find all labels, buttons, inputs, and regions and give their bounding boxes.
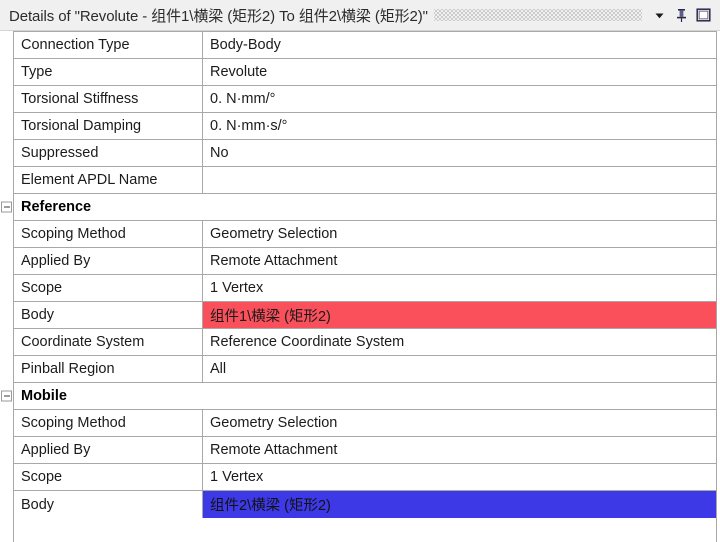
table-row[interactable]: Body 组件2\横梁 (矩形2) (14, 491, 716, 518)
property-label: Scope (14, 464, 203, 490)
property-value[interactable]: Revolute (203, 59, 716, 85)
property-value[interactable]: No (203, 140, 716, 166)
property-label: Torsional Damping (14, 113, 203, 139)
table-row[interactable]: Connection Type Body-Body (14, 32, 716, 59)
property-label: Scoping Method (14, 221, 203, 247)
table-row[interactable]: Body 组件1\横梁 (矩形2) (14, 302, 716, 329)
panel-titlebar: Details of "Revolute - 组件1\横梁 (矩形2) To 组… (0, 0, 720, 31)
property-value[interactable]: 1 Vertex (203, 464, 716, 490)
property-label: Element APDL Name (14, 167, 203, 193)
window-restore-icon[interactable] (692, 4, 714, 26)
property-label: Scope (14, 275, 203, 301)
details-panel: Details of "Revolute - 组件1\横梁 (矩形2) To 组… (0, 0, 720, 542)
property-label: Body (14, 491, 203, 518)
panel-title: Details of "Revolute - 组件1\横梁 (矩形2) To 组… (9, 7, 428, 25)
property-value[interactable]: Geometry Selection (203, 410, 716, 436)
property-label: Applied By (14, 437, 203, 463)
table-row[interactable]: Type Revolute (14, 59, 716, 86)
property-value[interactable]: Remote Attachment (203, 437, 716, 463)
property-value[interactable]: Reference Coordinate System (203, 329, 716, 355)
property-value[interactable]: 0. N·mm/° (203, 86, 716, 112)
dotted-grip-icon[interactable] (433, 9, 642, 21)
section-label: Mobile (21, 388, 67, 404)
property-value[interactable] (203, 167, 716, 193)
property-value[interactable]: 1 Vertex (203, 275, 716, 301)
table-row[interactable]: Scope 1 Vertex (14, 275, 716, 302)
property-label: Type (14, 59, 203, 85)
property-value[interactable]: Body-Body (203, 32, 716, 58)
property-label: Suppressed (14, 140, 203, 166)
property-label: Scoping Method (14, 410, 203, 436)
property-label: Body (14, 302, 203, 328)
chevron-down-icon[interactable] (648, 4, 670, 26)
collapse-toggle-icon[interactable] (1, 390, 12, 402)
details-grid: Connection Type Body-Body Type Revolute Tors… (1, 31, 717, 542)
property-label: Torsional Stiffness (14, 86, 203, 112)
property-label: Connection Type (14, 32, 203, 58)
table-row[interactable]: Torsional Damping 0. N·mm·s/° (14, 113, 716, 140)
table-row[interactable]: Applied By Remote Attachment (14, 437, 716, 464)
table-row[interactable]: Applied By Remote Attachment (14, 248, 716, 275)
section-label: Reference (21, 199, 92, 215)
property-value[interactable]: All (203, 356, 716, 382)
table-row[interactable]: Scoping Method Geometry Selection (14, 221, 716, 248)
table-row[interactable]: Pinball Region All (14, 356, 716, 383)
property-value[interactable]: 0. N·mm·s/° (203, 113, 716, 139)
property-value[interactable]: 组件2\横梁 (矩形2) (203, 491, 716, 518)
collapse-toggle-icon[interactable] (1, 201, 12, 213)
details-grid-wrap: Connection Type Body-Body Type Revolute Tors… (0, 31, 720, 542)
property-value[interactable]: 组件1\横梁 (矩形2) (203, 302, 716, 328)
property-value[interactable]: Geometry Selection (203, 221, 716, 247)
property-label: Pinball Region (14, 356, 203, 382)
grid-gutter (0, 31, 13, 542)
property-value[interactable]: Remote Attachment (203, 248, 716, 274)
table-row[interactable]: Scoping Method Geometry Selection (14, 410, 716, 437)
property-label: Coordinate System (14, 329, 203, 355)
property-label: Applied By (14, 248, 203, 274)
table-row[interactable]: Suppressed No (14, 140, 716, 167)
table-row[interactable]: Element APDL Name (14, 167, 716, 194)
table-row[interactable]: Torsional Stiffness 0. N·mm/° (14, 86, 716, 113)
table-row[interactable]: Scope 1 Vertex (14, 464, 716, 491)
pin-icon[interactable] (670, 4, 692, 26)
grid-section-row[interactable]: Reference (1, 194, 716, 221)
table-row[interactable]: Coordinate System Reference Coordinate Sy… (14, 329, 716, 356)
grid-section-row[interactable]: Mobile (1, 383, 716, 410)
